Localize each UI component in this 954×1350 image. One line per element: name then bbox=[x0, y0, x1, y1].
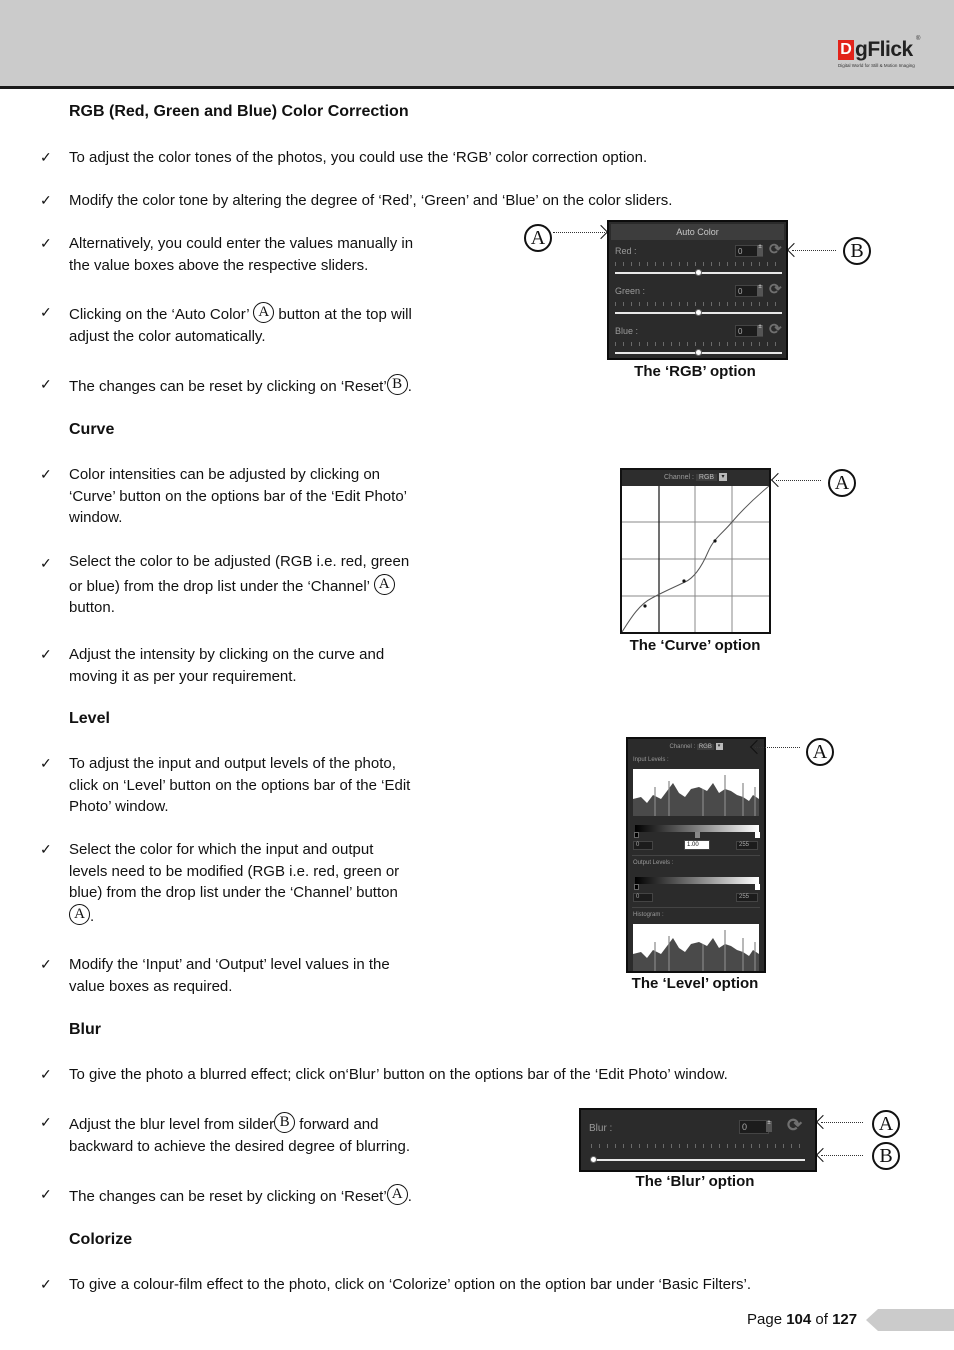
callout-leader bbox=[792, 250, 836, 251]
check-icon: ✓ bbox=[40, 646, 52, 662]
curve-point bbox=[682, 579, 686, 583]
green-spinner[interactable]: ± bbox=[757, 284, 763, 296]
blur-panel: Blur : 0 ± ⟳ bbox=[579, 1108, 817, 1172]
blur-slider-handle[interactable] bbox=[590, 1156, 597, 1163]
check-icon: ✓ bbox=[40, 466, 52, 482]
curve-point bbox=[643, 604, 647, 608]
input-histogram bbox=[633, 769, 759, 816]
channel-dropdown[interactable]: RGB bbox=[696, 744, 714, 751]
logo-text: gFlick bbox=[855, 38, 913, 61]
blur-slider[interactable] bbox=[593, 1159, 805, 1161]
level-heading: Level bbox=[69, 710, 110, 727]
dropdown-arrow-icon[interactable]: ▾ bbox=[715, 743, 723, 750]
blur-value-input[interactable]: 0 bbox=[739, 1120, 769, 1134]
figure-caption: The ‘Level’ option bbox=[631, 975, 759, 992]
check-icon: ✓ bbox=[40, 1066, 52, 1082]
check-icon: ✓ bbox=[40, 755, 52, 771]
figure-caption: The ‘Blur’ option bbox=[635, 1173, 755, 1190]
check-icon: ✓ bbox=[40, 235, 52, 251]
check-icon: ✓ bbox=[40, 1276, 52, 1292]
arrow-icon bbox=[593, 224, 609, 240]
blur-spinner[interactable]: ± bbox=[766, 1120, 772, 1132]
output-min-input[interactable]: 0 bbox=[633, 893, 653, 902]
page-number: Page 104 of 127 bbox=[747, 1311, 858, 1328]
dgflick-logo: D gFlick ® Digital World for Still & Mot… bbox=[838, 36, 922, 72]
curve-point bbox=[713, 539, 717, 543]
callout-badge-b: B bbox=[386, 374, 408, 395]
callout-badge-a: A bbox=[386, 1184, 408, 1205]
input-gamma-input[interactable]: 1.00 bbox=[684, 840, 710, 850]
input-white-handle[interactable] bbox=[755, 832, 760, 838]
reset-icon[interactable]: ⟳ bbox=[787, 1116, 802, 1134]
blue-slider-handle[interactable] bbox=[695, 349, 702, 356]
auto-color-button[interactable]: Auto Color bbox=[611, 224, 784, 240]
callout-badge-a: A bbox=[373, 574, 395, 595]
rgb-heading: RGB (Red, Green and Blue) Color Correcti… bbox=[69, 103, 409, 120]
callout-a: A bbox=[872, 1110, 900, 1138]
reset-icon[interactable]: ⟳ bbox=[769, 242, 783, 257]
callout-a: A bbox=[828, 469, 856, 497]
reset-icon[interactable]: ⟳ bbox=[769, 322, 783, 337]
callout-leader bbox=[755, 747, 800, 748]
curve-graph[interactable] bbox=[622, 486, 769, 632]
dropdown-arrow-icon[interactable]: ▾ bbox=[719, 473, 728, 482]
figure-caption: The ‘Curve’ option bbox=[629, 637, 761, 654]
check-icon: ✓ bbox=[40, 1186, 52, 1202]
input-black-handle[interactable] bbox=[634, 832, 639, 838]
check-icon: ✓ bbox=[40, 376, 52, 392]
reset-icon[interactable]: ⟳ bbox=[769, 282, 783, 297]
curve-panel: Channel : RGB ▾ bbox=[620, 468, 771, 634]
output-gradient bbox=[635, 877, 759, 884]
callout-leader bbox=[821, 1122, 863, 1123]
channel-dropdown[interactable]: RGB bbox=[695, 474, 718, 481]
colorize-heading: Colorize bbox=[69, 1231, 133, 1248]
check-icon: ✓ bbox=[40, 841, 52, 857]
input-gradient bbox=[635, 825, 759, 832]
rgb-panel: Auto Color Red : 0 ± ⟳ Green : 0 ± ⟳ Blu… bbox=[607, 220, 788, 360]
check-icon: ✓ bbox=[40, 149, 52, 165]
curve-heading: Curve bbox=[69, 421, 115, 438]
output-black-handle[interactable] bbox=[634, 884, 639, 890]
red-slider-handle[interactable] bbox=[695, 269, 702, 276]
header-divider bbox=[0, 86, 954, 89]
callout-badge-a: A bbox=[253, 302, 275, 323]
callout-badge-b: B bbox=[274, 1112, 296, 1133]
callout-b: B bbox=[843, 237, 871, 265]
output-max-input[interactable]: 255 bbox=[736, 893, 758, 902]
page-header: D gFlick ® Digital World for Still & Mot… bbox=[0, 0, 954, 86]
check-icon: ✓ bbox=[40, 956, 52, 972]
callout-b: B bbox=[872, 1142, 900, 1170]
check-icon: ✓ bbox=[40, 555, 52, 571]
green-slider-handle[interactable] bbox=[695, 309, 702, 316]
blur-heading: Blur bbox=[69, 1021, 101, 1038]
logo-mark: D bbox=[838, 40, 854, 60]
input-max-input[interactable]: 255 bbox=[736, 841, 758, 850]
check-icon: ✓ bbox=[40, 1114, 52, 1130]
output-histogram bbox=[633, 924, 759, 971]
check-icon: ✓ bbox=[40, 192, 52, 208]
blue-spinner[interactable]: ± bbox=[757, 324, 763, 336]
logo-registered: ® bbox=[916, 36, 921, 42]
callout-a: A bbox=[806, 738, 834, 766]
red-spinner[interactable]: ± bbox=[757, 244, 763, 256]
callout-leader bbox=[776, 480, 821, 481]
input-gamma-handle[interactable] bbox=[695, 832, 700, 838]
check-icon: ✓ bbox=[40, 304, 52, 320]
callout-badge-a: A bbox=[69, 903, 90, 925]
level-panel: Channel : RGB ▾ Input Levels : 0 1.00 25… bbox=[626, 737, 766, 973]
callout-leader bbox=[821, 1155, 863, 1156]
output-white-handle[interactable] bbox=[755, 884, 760, 890]
footer-tab bbox=[866, 1309, 954, 1331]
logo-tagline: Digital World for Still & Motion Imaging bbox=[838, 63, 915, 68]
input-min-input[interactable]: 0 bbox=[633, 841, 653, 850]
figure-caption: The ‘RGB’ option bbox=[634, 363, 756, 380]
callout-a: A bbox=[524, 224, 552, 252]
